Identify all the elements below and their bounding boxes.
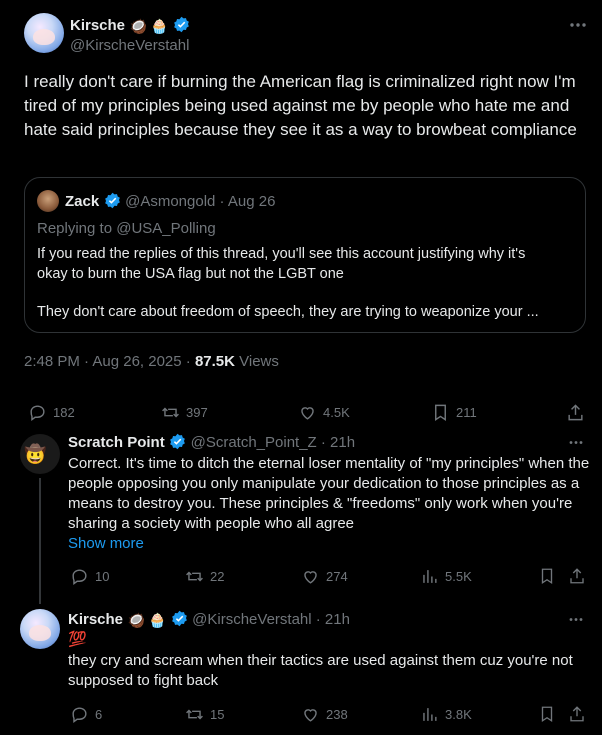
views-icon <box>423 708 437 721</box>
like-count: 274 <box>326 569 348 584</box>
replying-to-handle[interactable]: @USA_Polling <box>116 220 215 237</box>
verified-icon <box>171 610 187 627</box>
reply-text: Correct. It's time to ditch the eternal … <box>68 455 590 532</box>
quote-text-line: They don't care about freedom of speech,… <box>37 304 539 320</box>
grok-icon[interactable] <box>543 611 560 628</box>
author-handle[interactable]: @KirscheVerstahl <box>70 37 189 54</box>
more-icon[interactable] <box>569 22 587 28</box>
views-count: 87.5K <box>194 353 235 370</box>
author-name[interactable]: Kirsche <box>68 611 123 628</box>
show-more-link[interactable]: Show more <box>68 535 144 552</box>
quote-author-name[interactable]: Zack <box>65 193 99 210</box>
author-line: Scratch Point @Scratch_Point_Z · 21h <box>68 433 355 452</box>
reply-icon <box>30 405 45 422</box>
reply-button[interactable]: 182 <box>28 403 75 422</box>
like-button[interactable]: 4.5K <box>298 403 350 422</box>
author-name[interactable]: Kirsche <box>70 17 125 34</box>
bookmark-icon <box>435 404 446 421</box>
author-emojis: 🥥 🧁 <box>129 18 169 34</box>
quoted-tweet[interactable]: Zack @Asmongold · Aug 26 Replying to @US… <box>24 177 586 333</box>
views-icon <box>423 570 437 583</box>
verified-icon <box>170 433 185 450</box>
repost-icon <box>162 407 179 418</box>
quote-author-handle: @Asmongold · Aug 26 <box>125 193 276 210</box>
views-count: 3.8K <box>445 707 472 722</box>
views-button[interactable]: 5.5K <box>420 567 472 586</box>
more-icon[interactable] <box>568 440 584 445</box>
repost-icon <box>186 709 203 720</box>
reply-count: 182 <box>53 405 75 420</box>
verified-icon <box>104 192 120 209</box>
tweet-text: I really don't care if burning the Ameri… <box>24 72 577 139</box>
reply-icon <box>72 707 87 724</box>
timestamp-line: 2:48 PM · Aug 26, 2025 · 87.5K Views <box>24 353 279 370</box>
views-count: 5.5K <box>445 569 472 584</box>
repost-button[interactable]: 397 <box>161 403 208 422</box>
author-name[interactable]: Scratch Point <box>68 434 165 451</box>
reply-text: they cry and scream when their tactics a… <box>68 652 573 689</box>
views-button[interactable]: 3.8K <box>420 705 472 724</box>
like-count: 238 <box>326 707 348 722</box>
quote-text-line: okay to burn the USA flag but not the LG… <box>37 266 344 282</box>
reply-button[interactable]: 10 <box>70 567 109 586</box>
repost-button[interactable]: 22 <box>185 567 224 586</box>
avatar[interactable] <box>20 609 60 649</box>
repost-count: 397 <box>186 405 208 420</box>
views-label: Views <box>234 353 279 370</box>
replying-to: Replying to @USA_Polling <box>37 220 216 237</box>
more-icon[interactable] <box>568 617 584 622</box>
grok-icon[interactable] <box>543 434 560 451</box>
bookmark-icon[interactable] <box>538 567 556 585</box>
share-icon[interactable] <box>568 705 586 723</box>
like-icon <box>304 571 317 584</box>
repost-button[interactable]: 15 <box>185 705 224 724</box>
emoji-line: 💯 <box>68 631 87 648</box>
bookmark-icon[interactable] <box>538 705 556 723</box>
like-icon <box>301 407 314 420</box>
avatar[interactable]: 🤠 <box>20 434 60 474</box>
like-button[interactable]: 238 <box>301 705 348 724</box>
reply-icon <box>72 569 87 586</box>
author-handle: @Scratch_Point_Z · 21h <box>190 434 356 451</box>
avatar[interactable] <box>24 13 64 53</box>
author-line: Kirsche 🥥 🧁 <box>70 16 190 35</box>
bookmark-button[interactable]: 211 <box>431 403 477 422</box>
author-handle: @KirscheVerstahl · 21h <box>192 611 350 628</box>
repost-count: 22 <box>210 569 225 584</box>
avatar[interactable] <box>37 190 59 212</box>
replying-to-prefix: Replying to <box>37 220 117 237</box>
repost-icon <box>186 571 203 582</box>
reply-count: 10 <box>95 569 110 584</box>
like-count: 4.5K <box>323 405 350 420</box>
share-icon[interactable] <box>568 567 586 585</box>
repost-count: 15 <box>210 707 225 722</box>
reply-button[interactable]: 6 <box>70 705 102 724</box>
quote-author-line: Zack @Asmongold · Aug 26 <box>65 192 275 211</box>
thread-line <box>39 478 41 604</box>
like-icon <box>304 709 317 722</box>
author-emojis: 🥥 🧁 <box>127 612 167 628</box>
bookmark-count: 211 <box>456 405 477 420</box>
share-icon[interactable] <box>566 403 585 422</box>
author-line: Kirsche 🥥 🧁 @KirscheVerstahl · 21h <box>68 610 350 629</box>
reply-count: 6 <box>95 707 103 722</box>
quote-text-line: If you read the replies of this thread, … <box>37 246 526 262</box>
like-button[interactable]: 274 <box>301 567 348 586</box>
timestamp[interactable]: 2:48 PM · Aug 26, 2025 · <box>24 353 195 370</box>
grok-icon[interactable] <box>543 15 563 35</box>
verified-icon <box>173 16 189 33</box>
